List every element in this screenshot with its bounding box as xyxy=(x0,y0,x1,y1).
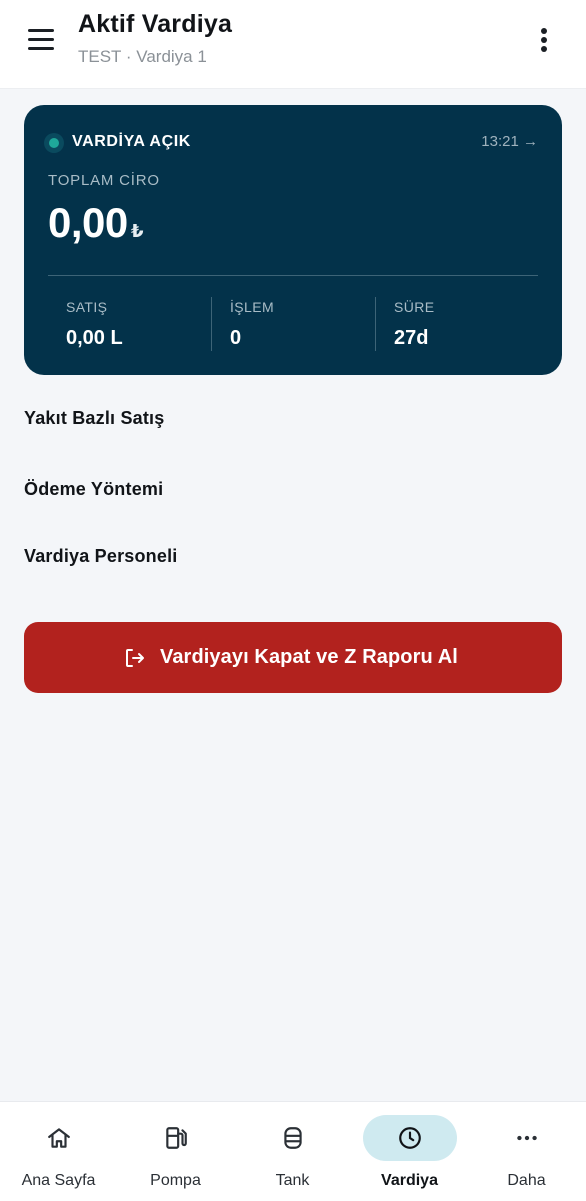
page-subtitle: TEST · Vardiya 1 xyxy=(78,47,207,66)
nav-home[interactable]: Ana Sayfa xyxy=(0,1102,117,1201)
shift-start-time: 13:21 → xyxy=(481,133,538,150)
nav-pump[interactable]: Pompa xyxy=(117,1102,234,1201)
stat-transactions-label: İŞLEM xyxy=(230,299,275,315)
stat-duration-value: 27d xyxy=(394,327,429,349)
shift-status: VARDİYA AÇIK xyxy=(72,133,191,150)
stat-sales: SATIŞ 0,00 L xyxy=(66,299,123,350)
more-vertical-icon xyxy=(541,28,547,34)
app-bar: Aktif Vardiya TEST · Vardiya 1 xyxy=(0,0,586,89)
stat-separator xyxy=(375,297,376,351)
section-shift-staff: Vardiya Personeli xyxy=(24,546,178,566)
logout-icon xyxy=(126,649,144,667)
stat-duration-label: SÜRE xyxy=(394,299,435,315)
currency-symbol: ₺ xyxy=(131,221,144,241)
shift-summary-card: VARDİYA AÇIK 13:21 → TOPLAM CİRO 0,00 ₺ … xyxy=(24,105,562,375)
nav-more-label: Daha xyxy=(507,1172,546,1189)
section-fuel-sales: Yakıt Bazlı Satış xyxy=(24,408,165,428)
nav-pump-label: Pompa xyxy=(150,1172,201,1189)
stat-transactions: İŞLEM 0 xyxy=(230,299,274,350)
close-shift-label: Vardiyayı Kapat ve Z Raporu Al xyxy=(160,646,458,668)
stat-separator xyxy=(211,297,212,351)
more-horizontal-icon xyxy=(516,1135,537,1141)
clock-icon xyxy=(398,1127,421,1149)
stat-transactions-value: 0 xyxy=(230,327,242,349)
nav-home-label: Ana Sayfa xyxy=(21,1172,96,1189)
total-revenue-value: 0,00 xyxy=(48,199,128,246)
close-shift-button[interactable]: Vardiyayı Kapat ve Z Raporu Al xyxy=(24,622,562,693)
stat-sales-label: SATIŞ xyxy=(66,299,108,315)
bottom-navigation: Ana Sayfa Pompa Tank Vardiya Daha xyxy=(0,1101,586,1201)
stat-sales-value: 0,00 L xyxy=(66,327,123,349)
nav-tank-label: Tank xyxy=(275,1172,310,1189)
tank-icon xyxy=(283,1127,302,1149)
card-divider xyxy=(48,275,538,276)
nav-tank[interactable]: Tank xyxy=(234,1102,351,1201)
fuel-pump-icon xyxy=(165,1127,187,1149)
nav-more[interactable]: Daha xyxy=(468,1102,585,1201)
menu-button[interactable] xyxy=(22,24,62,56)
total-revenue-label: TOPLAM CİRO xyxy=(48,172,160,189)
home-icon xyxy=(47,1128,70,1148)
nav-shift[interactable]: Vardiya xyxy=(351,1102,468,1201)
page-title: Aktif Vardiya xyxy=(78,10,233,38)
hamburger-menu-icon xyxy=(28,29,54,32)
nav-active-indicator xyxy=(362,1115,457,1161)
section-payment-method: Ödeme Yöntemi xyxy=(24,479,164,499)
nav-shift-label: Vardiya xyxy=(381,1172,438,1189)
status-indicator-icon xyxy=(44,133,64,153)
more-options-button[interactable] xyxy=(528,22,560,58)
stat-duration: SÜRE 27d xyxy=(394,299,435,350)
